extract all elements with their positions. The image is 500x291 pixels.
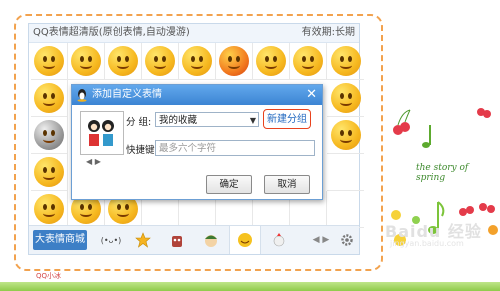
emoji-cell[interactable] [31, 117, 68, 154]
shortcut-label: 快捷键: [126, 145, 158, 156]
validity-text: 有效期:长期 [301, 27, 355, 38]
sweat-face-icon [34, 157, 64, 187]
tab-kaomoji[interactable]: (•ᴗ•) [97, 230, 125, 250]
soldier-tab-icon[interactable] [201, 230, 221, 250]
emoji-cell[interactable] [253, 43, 290, 80]
add-custom-emoji-dialog: 添加自定义表情 ✕ ◀ ▶ 分 组: 我的收藏 ▼ 新建分组 快捷键: 最多六个… [71, 84, 323, 200]
grass-strip [0, 282, 500, 291]
emoji-cell[interactable] [31, 80, 68, 117]
smile-face-icon [330, 120, 361, 150]
emoji-cell[interactable] [179, 43, 216, 80]
laugh-face-icon [34, 83, 64, 113]
surprised-face-icon [330, 46, 361, 76]
cherry-icon [459, 203, 495, 216]
smiley-tab-icon [238, 233, 252, 247]
panel-header: QQ表情超清版(原创表情,自动漫游) 有效期:长期 [29, 24, 359, 43]
emoji-preview-image [80, 111, 124, 155]
star-tab-icon[interactable] [133, 230, 153, 250]
emoji-cell[interactable] [327, 154, 364, 191]
gear-icon[interactable] [337, 230, 357, 250]
story-text: the story of spring [416, 163, 469, 183]
chevron-down-icon: ▼ [249, 116, 256, 125]
group-select-value: 我的收藏 [159, 115, 198, 126]
tab-qq-emoji-active[interactable] [229, 226, 261, 254]
cherry-icon [477, 108, 491, 118]
group-label: 分 组: [126, 117, 152, 128]
panel-bottom-bar: 大表情商城 (•ᴗ•) ◀ ▶ [29, 225, 359, 254]
watermark-url: jingyan.baidu.com [390, 239, 464, 248]
smirk-face-icon [108, 46, 138, 76]
emoji-cell[interactable] [290, 43, 327, 80]
angry-fire-face-icon [219, 46, 249, 76]
character-tab-icon[interactable] [167, 230, 187, 250]
chicken-tab-icon[interactable] [269, 230, 289, 250]
close-icon[interactable]: ✕ [306, 85, 317, 105]
emoji-cell[interactable] [31, 191, 68, 228]
emoji-cell[interactable] [327, 80, 364, 117]
shocked-face-icon [293, 46, 323, 76]
dialog-title: 添加自定义表情 [92, 89, 162, 100]
emoji-cell[interactable] [216, 43, 253, 80]
emoji-cell[interactable] [31, 43, 68, 80]
grin-face-icon [71, 46, 101, 76]
emoji-cell[interactable] [327, 117, 364, 154]
dizzy-face-icon [256, 46, 286, 76]
dialog-titlebar: 添加自定义表情 ✕ [72, 85, 322, 105]
shy-face-icon [145, 46, 175, 76]
scroll-arrows-icon[interactable]: ◀ ▶ [311, 230, 331, 250]
emoji-cell[interactable] [327, 43, 364, 80]
emoji-cell[interactable] [68, 43, 105, 80]
hammer-face-icon [34, 120, 64, 150]
cancel-button[interactable]: 取消 [264, 175, 310, 194]
ok-button[interactable]: 确定 [206, 175, 252, 194]
sob-face-icon [34, 194, 64, 224]
cool-face-icon [182, 46, 212, 76]
new-group-button[interactable]: 新建分组 [263, 109, 311, 129]
cry-face-icon [330, 83, 361, 113]
preview-nav-arrows-icon[interactable]: ◀ ▶ [86, 157, 101, 166]
group-select[interactable]: 我的收藏 ▼ [155, 112, 259, 127]
qq-penguin-icon [77, 89, 87, 102]
grin-face-icon [34, 46, 64, 76]
emoji-cell[interactable] [105, 43, 142, 80]
cherry-icon [393, 109, 411, 135]
emoji-mall-button[interactable]: 大表情商城 [33, 230, 87, 250]
brand-logo: QQ小冰 [36, 272, 62, 280]
emoji-cell[interactable] [142, 43, 179, 80]
panel-title: QQ表情超清版(原创表情,自动漫游) [33, 27, 190, 38]
emoji-cell[interactable] [327, 191, 364, 228]
emoji-cell[interactable] [31, 154, 68, 191]
shortcut-input[interactable]: 最多六个字符 [155, 140, 315, 156]
